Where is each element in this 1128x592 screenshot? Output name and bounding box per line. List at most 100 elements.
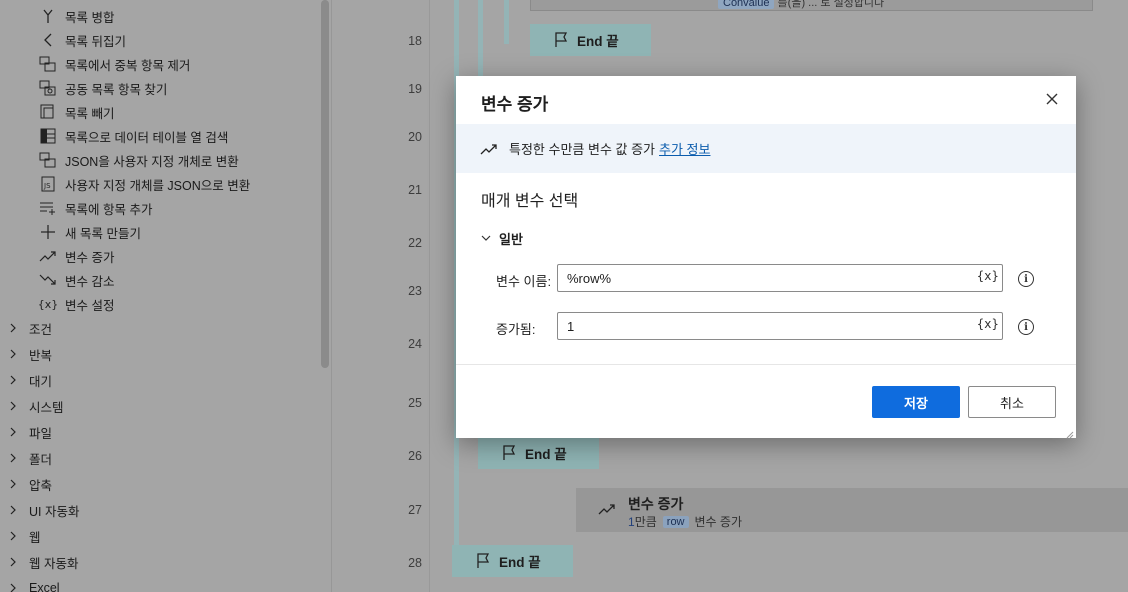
- line-number: 21: [408, 183, 422, 197]
- action-item-label: 변수 증가: [65, 250, 115, 265]
- dialog-footer-divider: [456, 364, 1076, 365]
- increment-by-input[interactable]: 1 {x}: [557, 312, 1003, 340]
- category-loops[interactable]: 반복: [10, 344, 52, 364]
- increment-by-value: 1: [567, 318, 575, 334]
- action-item-object-to-json[interactable]: JS 사용자 지정 개체를 JSON으로 변환: [38, 174, 250, 194]
- trend-up-icon: [38, 247, 58, 265]
- actions-panel-scrollbar[interactable]: [321, 0, 329, 368]
- action-item-label: 변수 설정: [65, 298, 115, 313]
- chevron-right-icon: [10, 375, 22, 385]
- chevron-right-icon: [10, 349, 22, 359]
- action-item-subtract-list[interactable]: 목록 빼기: [38, 102, 114, 122]
- info-icon[interactable]: i: [1018, 319, 1034, 335]
- category-excel[interactable]: Excel: [10, 578, 60, 592]
- chevron-right-icon: [10, 323, 22, 333]
- loop-indent-bar: [504, 0, 509, 44]
- action-item-label: 사용자 지정 개체를 JSON으로 변환: [65, 178, 251, 193]
- json-convert-icon: [38, 151, 58, 169]
- category-ui-automation[interactable]: UI 자동화: [10, 500, 79, 520]
- end-block-label: End 끝: [499, 555, 541, 570]
- remove-duplicates-icon: [38, 55, 58, 73]
- increase-variable-dialog: 변수 증가 특정한 수만큼 변수 값 증가 추가 정보 매개 변수 선택 일반 …: [456, 76, 1076, 439]
- category-label: 압축: [29, 478, 53, 493]
- subtract-list-icon: [38, 103, 58, 121]
- line-number: 18: [408, 34, 422, 48]
- chevron-right-icon: [10, 583, 22, 592]
- action-item-label: 목록 뒤집기: [65, 34, 126, 49]
- variable-picker-button[interactable]: {x}: [977, 317, 999, 331]
- line-number: 22: [408, 236, 422, 250]
- category-conditions[interactable]: 조건: [10, 318, 52, 338]
- flag-icon: [502, 445, 516, 461]
- action-item-label: 변수 감소: [65, 274, 115, 289]
- category-label: 파일: [29, 426, 53, 441]
- chevron-right-icon: [10, 557, 22, 567]
- action-item-decrease-variable[interactable]: 변수 감소: [38, 270, 114, 290]
- chevron-right-icon: [10, 479, 22, 489]
- category-label: 폴더: [29, 452, 53, 467]
- end-block[interactable]: End 끝: [530, 24, 651, 56]
- save-button[interactable]: 저장: [872, 386, 960, 418]
- action-item-label: 목록 병합: [65, 10, 115, 25]
- action-item-label: 목록으로 데이터 테이블 열 검색: [65, 130, 229, 145]
- increment-amount: 1: [628, 514, 635, 529]
- action-item-label: 공동 목록 항목 찾기: [65, 82, 168, 97]
- end-block[interactable]: End 끝: [478, 437, 599, 469]
- resize-grip-icon[interactable]: [1064, 426, 1074, 439]
- reverse-icon: [38, 31, 58, 49]
- category-compression[interactable]: 압축: [10, 474, 52, 494]
- action-card-suffix: 변수 증가: [694, 515, 743, 529]
- dialog-title: 변수 증가: [481, 95, 549, 114]
- cancel-button[interactable]: 취소: [968, 386, 1056, 418]
- action-item-merge-lists[interactable]: 목록 병합: [38, 6, 114, 26]
- action-item-label: 목록 빼기: [65, 106, 115, 121]
- action-item-set-variable[interactable]: {x} 변수 설정: [38, 294, 115, 314]
- info-icon[interactable]: i: [1018, 271, 1034, 287]
- category-label: 웹 자동화: [29, 556, 79, 571]
- line-number: 20: [408, 130, 422, 144]
- category-web-automation[interactable]: 웹 자동화: [10, 552, 78, 572]
- end-block[interactable]: End 끝: [452, 545, 573, 577]
- action-card-description: Convalue 를(을) ... 로 설정합니다: [718, 0, 884, 10]
- variable-name-label: 변수 이름:: [496, 274, 552, 289]
- action-card-increase-variable[interactable]: 변수 증가 1만큼 row 변수 증가 ⋮: [576, 488, 1128, 532]
- table-column-icon: [38, 127, 58, 145]
- category-label: 웹: [29, 530, 41, 545]
- general-group-toggle[interactable]: 일반: [481, 229, 523, 248]
- category-label: UI 자동화: [29, 504, 80, 519]
- action-item-table-column[interactable]: 목록으로 데이터 테이블 열 검색: [38, 126, 228, 146]
- category-file[interactable]: 파일: [10, 422, 52, 442]
- merge-icon: [38, 7, 58, 25]
- chevron-right-icon: [10, 453, 22, 463]
- action-card-text: 를(을) ... 로 설정합니다: [774, 0, 885, 9]
- action-card-description: 1 만큼 row 변수 증가: [628, 513, 742, 530]
- action-item-add-to-list[interactable]: 목록에 항목 추가: [38, 198, 152, 218]
- line-number: 25: [408, 396, 422, 410]
- increment-by-label: 증가됨:: [496, 322, 536, 337]
- action-item-json-to-object[interactable]: JSON을 사용자 지정 개체로 변환: [38, 150, 239, 170]
- action-item-create-list[interactable]: 새 목록 만들기: [38, 222, 141, 242]
- category-wait[interactable]: 대기: [10, 370, 52, 390]
- line-number: 19: [408, 82, 422, 96]
- chevron-down-icon: [481, 235, 493, 242]
- action-item-reverse-list[interactable]: 목록 뒤집기: [38, 30, 126, 50]
- category-system[interactable]: 시스템: [10, 396, 64, 416]
- end-block-label: End 끝: [525, 447, 567, 462]
- action-item-find-common[interactable]: 공동 목록 항목 찾기: [38, 78, 167, 98]
- chevron-right-icon: [10, 401, 22, 411]
- category-web[interactable]: 웹: [10, 526, 41, 546]
- chevron-right-icon: [10, 531, 22, 541]
- close-icon[interactable]: [1045, 92, 1059, 106]
- learn-more-link[interactable]: 추가 정보: [659, 139, 710, 158]
- action-card-set-variable[interactable]: Convalue 를(을) ... 로 설정합니다: [530, 0, 1093, 11]
- action-card-title: 변수 증가: [628, 496, 684, 512]
- action-item-increase-variable[interactable]: 변수 증가: [38, 246, 114, 266]
- action-item-label: JSON을 사용자 지정 개체로 변환: [65, 154, 239, 169]
- variable-name-input[interactable]: %row% {x}: [557, 264, 1003, 292]
- section-title: 매개 변수 선택: [481, 193, 579, 210]
- action-item-remove-duplicates[interactable]: 목록에서 중복 항목 제거: [38, 54, 190, 74]
- category-folder[interactable]: 폴더: [10, 448, 52, 468]
- variable-picker-button[interactable]: {x}: [977, 269, 999, 283]
- category-label: 반복: [29, 348, 53, 363]
- line-number: 28: [408, 556, 422, 570]
